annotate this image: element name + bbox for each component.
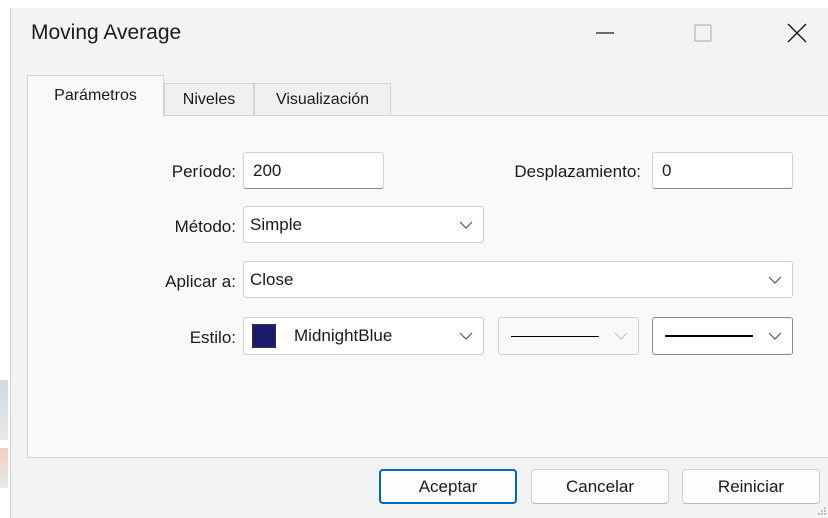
shift-input[interactable]: 0	[652, 152, 793, 189]
tab-label: Niveles	[182, 90, 236, 108]
cancel-button[interactable]: Cancelar	[531, 469, 669, 504]
color-swatch	[252, 324, 276, 348]
chevron-down-icon	[459, 332, 473, 340]
apply-select[interactable]: Close	[243, 261, 793, 298]
period-input[interactable]: 200	[243, 152, 384, 189]
shift-label: Desplazamiento:	[514, 162, 641, 181]
method-value: Simple	[250, 214, 302, 234]
chevron-down-icon	[614, 332, 628, 340]
moving-average-dialog: Moving Average Parámetros Niveles Visual…	[10, 8, 828, 518]
minimize-icon	[596, 32, 614, 34]
line-width-select[interactable]	[652, 317, 793, 355]
resize-grip-icon[interactable]	[817, 506, 827, 516]
method-select[interactable]: Simple	[243, 206, 484, 243]
chevron-down-icon	[768, 332, 782, 340]
method-label: Método:	[174, 217, 236, 236]
tab-label: Visualización	[275, 90, 370, 108]
period-label: Período:	[171, 162, 236, 181]
background-window-edge	[0, 380, 8, 440]
title-bar[interactable]: Moving Average	[11, 8, 828, 58]
apply-label: Aplicar a:	[165, 272, 236, 291]
tab-niveles[interactable]: Niveles	[164, 83, 254, 115]
maximize-button[interactable]	[675, 8, 731, 58]
reset-button[interactable]: Reiniciar	[682, 469, 820, 504]
ok-button[interactable]: Aceptar	[379, 469, 517, 504]
line-style-sample	[511, 335, 599, 337]
minimize-button[interactable]	[577, 8, 633, 58]
tab-visualizacion[interactable]: Visualización	[254, 83, 391, 115]
line-width-sample	[665, 335, 753, 337]
apply-value: Close	[250, 269, 294, 289]
color-select[interactable]: MidnightBlue	[243, 317, 484, 355]
tab-parametros[interactable]: Parámetros	[27, 75, 164, 116]
close-icon	[787, 23, 807, 43]
close-button[interactable]	[769, 8, 825, 58]
maximize-icon	[694, 24, 712, 42]
window-title: Moving Average	[31, 21, 182, 44]
chevron-down-icon	[768, 276, 782, 284]
chevron-down-icon	[459, 221, 473, 229]
color-name: MidnightBlue	[294, 326, 393, 345]
line-style-select[interactable]	[498, 317, 639, 355]
tab-label: Parámetros	[54, 87, 137, 104]
background-window-edge	[0, 448, 8, 488]
style-label: Estilo:	[189, 328, 236, 347]
